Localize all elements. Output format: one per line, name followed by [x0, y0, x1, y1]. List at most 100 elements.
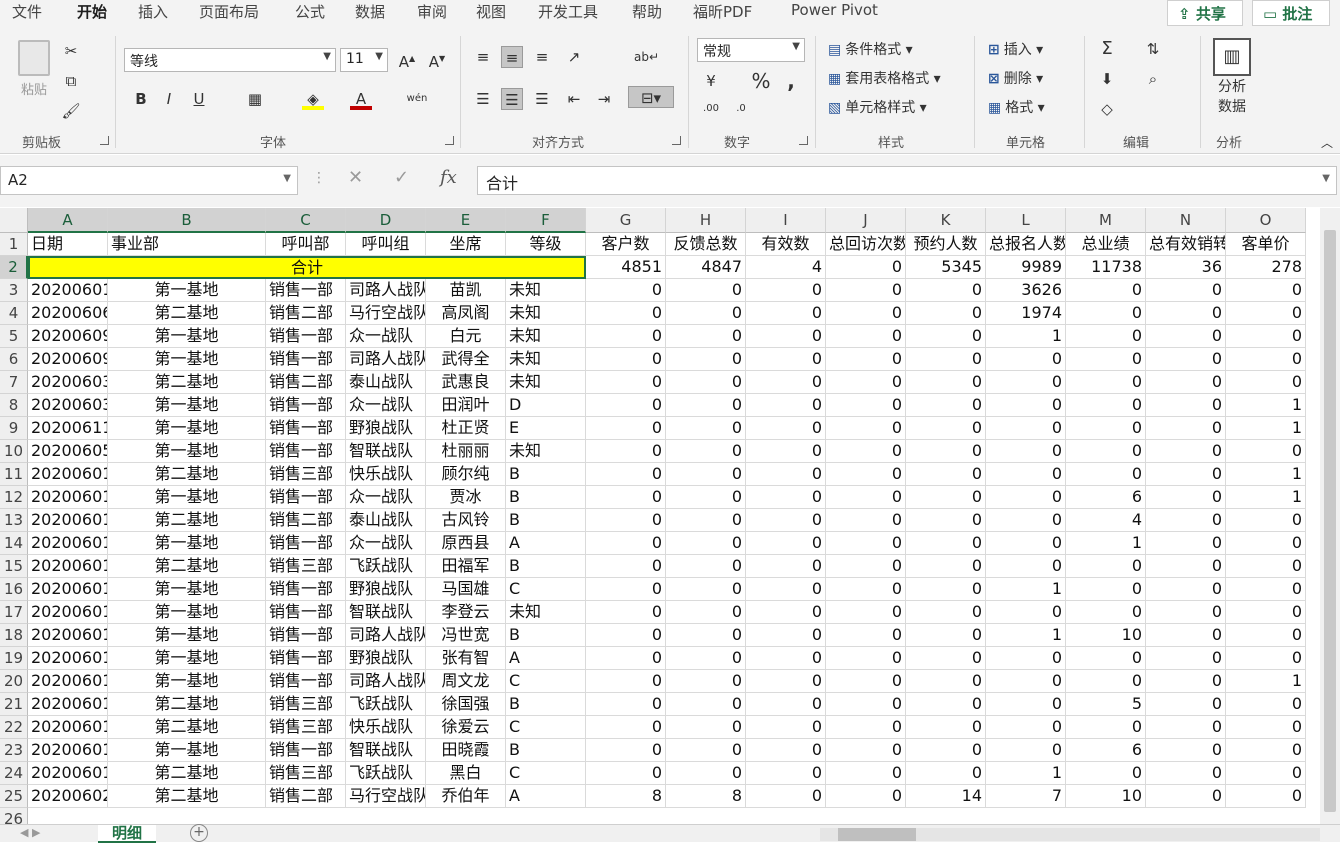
cell-e[interactable]: 白元 — [426, 325, 506, 348]
row-header[interactable]: 7 — [0, 371, 28, 394]
cell-a[interactable]: 20200606 — [28, 302, 108, 325]
increase-font-icon[interactable]: A▲ — [396, 48, 418, 71]
cell-f[interactable]: C — [506, 670, 586, 693]
cell-i[interactable]: 0 — [746, 739, 826, 762]
cell-i[interactable]: 0 — [746, 785, 826, 808]
cell-i[interactable]: 4 — [746, 256, 826, 279]
horizontal-scrollbar[interactable] — [820, 828, 1320, 841]
cell-a[interactable]: 20200601 — [28, 762, 108, 785]
cell-i[interactable]: 0 — [746, 279, 826, 302]
cell-k[interactable]: 0 — [906, 670, 986, 693]
cell-g[interactable]: 0 — [586, 670, 666, 693]
cell-a[interactable]: 20200603 — [28, 394, 108, 417]
cell-m[interactable]: 0 — [1066, 417, 1146, 440]
cell-f[interactable]: C — [506, 578, 586, 601]
cell-e[interactable]: 高凤阁 — [426, 302, 506, 325]
cell-n[interactable]: 0 — [1146, 440, 1226, 463]
cell-i[interactable]: 0 — [746, 348, 826, 371]
cell-m[interactable]: 10 — [1066, 785, 1146, 808]
cell-b[interactable]: 第一基地 — [108, 279, 266, 302]
cell-f[interactable]: B — [506, 463, 586, 486]
cell-h[interactable]: 0 — [666, 716, 746, 739]
cell-c[interactable]: 销售一部 — [266, 578, 346, 601]
row-header[interactable]: 9 — [0, 417, 28, 440]
row-header[interactable]: 4 — [0, 302, 28, 325]
cell-h[interactable]: 4847 — [666, 256, 746, 279]
column-header-l[interactable]: L — [986, 208, 1066, 233]
cell-h[interactable]: 0 — [666, 325, 746, 348]
cell-j[interactable]: 0 — [826, 785, 906, 808]
tab-data[interactable]: 数据 — [355, 1, 385, 22]
cell-m[interactable]: 0 — [1066, 716, 1146, 739]
cell-l[interactable]: 3626 — [986, 279, 1066, 302]
cell-o[interactable]: 0 — [1226, 601, 1306, 624]
cell-m[interactable]: 4 — [1066, 509, 1146, 532]
tab-power-pivot[interactable]: Power Pivot — [791, 1, 878, 19]
row-header[interactable]: 21 — [0, 693, 28, 716]
column-header-o[interactable]: O — [1226, 208, 1306, 233]
cell-k[interactable]: 0 — [906, 463, 986, 486]
cell-h[interactable]: 0 — [666, 348, 746, 371]
cell-d[interactable]: 泰山战队 — [346, 371, 426, 394]
cell-e[interactable]: 周文龙 — [426, 670, 506, 693]
cell-o[interactable]: 0 — [1226, 532, 1306, 555]
cell-a[interactable]: 20200601 — [28, 647, 108, 670]
cell-i[interactable]: 0 — [746, 371, 826, 394]
cell-g[interactable]: 0 — [586, 693, 666, 716]
delete-cells-button[interactable]: ⊠ 删除 ▾ — [988, 68, 1043, 88]
orientation-icon[interactable]: ↗ — [563, 46, 585, 68]
cell-d[interactable]: 司路人战队 — [346, 279, 426, 302]
cell-l[interactable]: 0 — [986, 371, 1066, 394]
sort-filter-icon[interactable]: ⇅ — [1142, 38, 1164, 60]
cell-j[interactable]: 0 — [826, 716, 906, 739]
cell-g[interactable]: 4851 — [586, 256, 666, 279]
cell-k[interactable]: 0 — [906, 739, 986, 762]
tab-foxit-pdf[interactable]: 福昕PDF — [693, 1, 752, 22]
column-title[interactable]: 客单价 — [1226, 233, 1306, 256]
cell-c[interactable]: 销售一部 — [266, 486, 346, 509]
cell-c[interactable]: 销售一部 — [266, 670, 346, 693]
column-header-m[interactable]: M — [1066, 208, 1146, 233]
borders-icon[interactable]: ▦ — [244, 88, 266, 110]
percent-icon[interactable]: % — [750, 70, 772, 92]
cell-h[interactable]: 0 — [666, 624, 746, 647]
cell-o[interactable]: 0 — [1226, 647, 1306, 670]
align-middle-icon[interactable]: ≡ — [501, 46, 523, 68]
cell-g[interactable]: 0 — [586, 509, 666, 532]
column-title[interactable]: 事业部 — [108, 233, 266, 256]
cell-i[interactable]: 0 — [746, 417, 826, 440]
column-header-n[interactable]: N — [1146, 208, 1226, 233]
column-header-b[interactable]: B — [108, 208, 266, 233]
cell-n[interactable]: 0 — [1146, 348, 1226, 371]
cell-i[interactable]: 0 — [746, 693, 826, 716]
insert-function-icon[interactable]: fx — [440, 167, 457, 188]
column-header-k[interactable]: K — [906, 208, 986, 233]
cell-n[interactable]: 0 — [1146, 302, 1226, 325]
cell-d[interactable]: 司路人战队 — [346, 670, 426, 693]
cell-h[interactable]: 0 — [666, 532, 746, 555]
cell-f[interactable]: B — [506, 509, 586, 532]
cell-l[interactable]: 0 — [986, 601, 1066, 624]
column-header-e[interactable]: E — [426, 208, 506, 233]
cell-e[interactable]: 苗凯 — [426, 279, 506, 302]
cell-h[interactable]: 0 — [666, 440, 746, 463]
cell-g[interactable]: 0 — [586, 348, 666, 371]
cell-k[interactable]: 0 — [906, 440, 986, 463]
cell-j[interactable]: 0 — [826, 555, 906, 578]
cell-n[interactable]: 0 — [1146, 739, 1226, 762]
cell-f[interactable]: A — [506, 785, 586, 808]
cell-c[interactable]: 销售一部 — [266, 325, 346, 348]
cell-e[interactable]: 马国雄 — [426, 578, 506, 601]
row-header[interactable]: 3 — [0, 279, 28, 302]
cell-h[interactable]: 0 — [666, 670, 746, 693]
cell-g[interactable]: 0 — [586, 302, 666, 325]
format-painter-icon[interactable]: 🖌 — [60, 100, 82, 122]
cell-n[interactable]: 0 — [1146, 716, 1226, 739]
row-header[interactable]: 24 — [0, 762, 28, 785]
cell-b[interactable]: 第一基地 — [108, 440, 266, 463]
cell-m[interactable]: 0 — [1066, 601, 1146, 624]
cell-b[interactable]: 第二基地 — [108, 693, 266, 716]
cell-o[interactable]: 0 — [1226, 371, 1306, 394]
cell-n[interactable]: 0 — [1146, 279, 1226, 302]
row-header[interactable]: 2 — [0, 256, 28, 279]
